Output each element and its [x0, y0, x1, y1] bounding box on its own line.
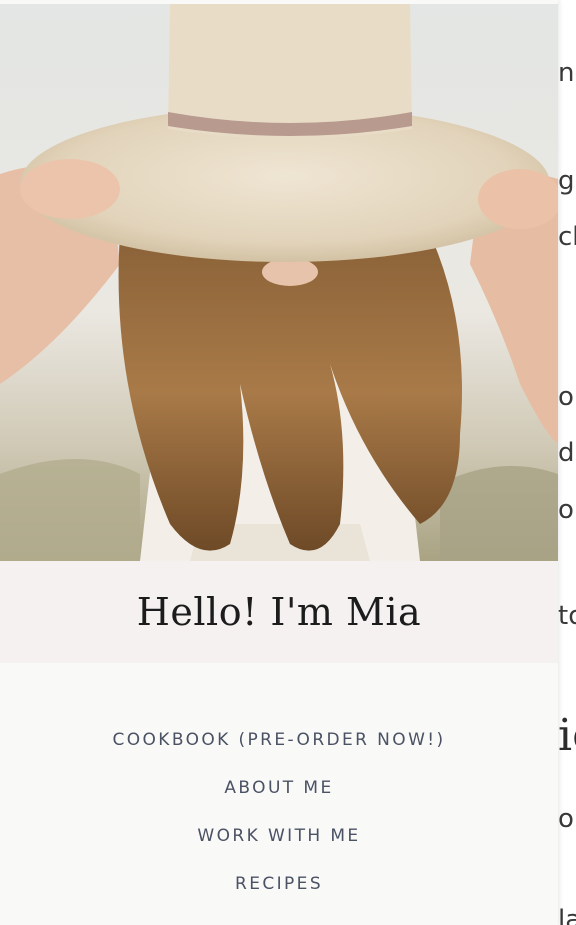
sidebar-panel: Hello! I'm Mia COOKBOOK (PRE-ORDER NOW!)…: [0, 0, 558, 925]
background-heading-fragment: ic: [558, 710, 576, 761]
background-text-fragment: or: [558, 495, 576, 525]
background-text-fragment: d: [558, 438, 575, 468]
woman-with-straw-hat-photo: [0, 4, 558, 561]
background-text-fragment: g: [558, 166, 575, 196]
background-text-fragment: nc: [558, 58, 576, 88]
menu-item-work-with-me[interactable]: WORK WITH ME: [197, 812, 360, 860]
background-text-fragment: or: [558, 804, 576, 834]
sidebar-title: Hello! I'm Mia: [136, 590, 422, 634]
hero-photo: [0, 4, 558, 561]
background-text-fragment: to: [558, 601, 576, 631]
background-text-fragment: o: [558, 382, 574, 412]
background-text-fragment: la: [558, 905, 576, 925]
background-text-fragment: ch: [558, 222, 576, 252]
menu-item-recipes[interactable]: RECIPES: [235, 860, 323, 908]
menu-item-about-me[interactable]: ABOUT ME: [224, 764, 333, 812]
sidebar-menu: COOKBOOK (PRE-ORDER NOW!) ABOUT ME WORK …: [0, 716, 558, 908]
menu-item-cookbook[interactable]: COOKBOOK (PRE-ORDER NOW!): [112, 716, 445, 764]
title-band: Hello! I'm Mia: [0, 561, 558, 663]
